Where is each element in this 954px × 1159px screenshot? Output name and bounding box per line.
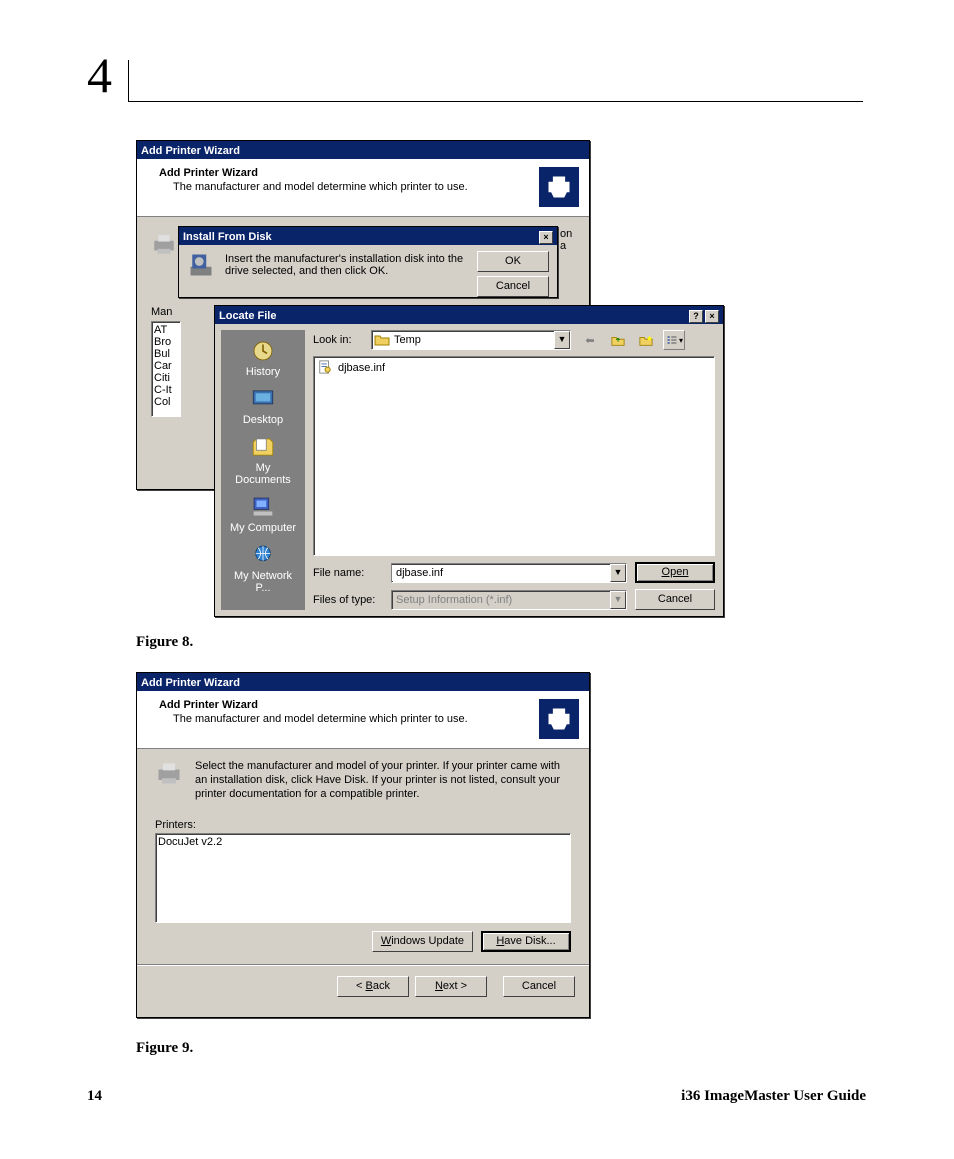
list-item[interactable]: Citi [154, 372, 178, 384]
wizard-header: Add Printer Wizard The manufacturer and … [137, 159, 589, 217]
title-text: Install From Disk [183, 231, 272, 243]
file-list[interactable]: djbase.inf [313, 356, 715, 556]
place-label: Desktop [243, 414, 283, 426]
next-button[interactable]: Next > [415, 976, 487, 997]
titlebar: Add Printer Wizard [137, 141, 589, 159]
file-item[interactable]: djbase.inf [318, 359, 710, 377]
list-item[interactable]: Bro [154, 336, 178, 348]
list-item[interactable]: DocuJet v2.2 [158, 836, 568, 848]
wizard-header-subtitle: The manufacturer and model determine whi… [173, 713, 577, 725]
printers-listbox[interactable]: DocuJet v2.2 [155, 833, 571, 923]
wizard-header-title: Add Printer Wizard [159, 699, 577, 711]
chevron-down-icon: ▼ [610, 591, 626, 609]
places-desktop[interactable]: Desktop [227, 384, 299, 430]
titlebar: Locate File ? × [215, 306, 723, 324]
btn-label: Windows Update [381, 935, 464, 947]
printer-small-icon [155, 759, 183, 790]
wizard-body-text: Select the manufacturer and model of you… [195, 759, 571, 801]
files-of-type-value: Setup Information (*.inf) [392, 592, 610, 608]
folder-open-icon [374, 332, 390, 348]
disk-icon [187, 251, 215, 282]
place-label: My Network P... [234, 570, 292, 594]
locate-file-dialog: Locate File ? × History Desktop My Doc [214, 305, 724, 617]
open-button-label: Open [662, 566, 689, 578]
places-my-documents[interactable]: My Documents [227, 432, 299, 490]
titlebar: Add Printer Wizard [137, 673, 589, 691]
place-label: History [246, 366, 280, 378]
close-icon[interactable]: × [539, 231, 553, 244]
chevron-down-icon[interactable]: ▼ [554, 331, 570, 349]
open-button[interactable]: Open [635, 562, 715, 583]
list-item[interactable]: Car [154, 360, 178, 372]
list-item[interactable]: Bul [154, 348, 178, 360]
btn-label: Next > [435, 980, 467, 992]
titlebar: Install From Disk × [179, 227, 557, 245]
list-item[interactable]: C-It [154, 384, 178, 396]
printer-icon [539, 699, 579, 739]
help-icon[interactable]: ? [689, 310, 703, 323]
look-in-combo[interactable]: Temp ▼ [371, 330, 571, 350]
back-arrow-icon[interactable]: ⬅ [579, 330, 601, 350]
file-name-input[interactable]: djbase.inf ▼ [391, 563, 627, 583]
file-item-label: djbase.inf [338, 362, 385, 374]
header-rule-horizontal [128, 101, 863, 102]
file-name-label: File name: [313, 567, 383, 579]
printer-small-icon [151, 231, 177, 260]
up-folder-icon[interactable] [607, 330, 629, 350]
install-from-disk-dialog: Install From Disk × Insert the manufactu… [178, 226, 558, 298]
title-text: Locate File [219, 310, 276, 322]
cancel-button[interactable]: Cancel [635, 589, 715, 610]
doc-title: i36 ImageMaster User Guide [681, 1088, 866, 1105]
have-disk-button[interactable]: Have Disk... [481, 931, 571, 952]
wizard-header-subtitle: The manufacturer and model determine whi… [173, 181, 577, 193]
page-number: 14 [87, 1088, 102, 1105]
new-folder-icon[interactable] [635, 330, 657, 350]
title-text: Add Printer Wizard [141, 677, 240, 689]
places-history[interactable]: History [227, 336, 299, 382]
view-menu-icon[interactable]: ▾ [663, 330, 685, 350]
add-printer-wizard-dialog-2: Add Printer Wizard Add Printer Wizard Th… [136, 672, 590, 1018]
places-my-network[interactable]: My Network P... [227, 540, 299, 598]
place-label: My Computer [230, 522, 296, 534]
wizard-header: Add Printer Wizard The manufacturer and … [137, 691, 589, 749]
chevron-down-icon[interactable]: ▼ [610, 564, 626, 582]
file-name-value: djbase.inf [392, 565, 610, 581]
places-bar: History Desktop My Documents My Computer… [221, 330, 305, 610]
cancel-button[interactable]: Cancel [477, 276, 549, 297]
manufacturers-label: Man [151, 306, 172, 318]
places-my-computer[interactable]: My Computer [227, 492, 299, 538]
btn-label: < Back [356, 980, 390, 992]
cancel-button[interactable]: Cancel [503, 976, 575, 997]
look-in-value: Temp [390, 332, 554, 348]
look-in-label: Look in: [313, 334, 363, 346]
manufacturers-listbox[interactable]: AT Bro Bul Car Citi C-It Col [151, 321, 181, 417]
chapter-number: 4 [87, 46, 112, 104]
list-item[interactable]: AT [154, 324, 178, 336]
wizard-header-title: Add Printer Wizard [159, 167, 577, 179]
place-label: My Documents [235, 462, 291, 486]
title-text: Add Printer Wizard [141, 145, 240, 157]
figure-8-caption: Figure 8. [136, 634, 193, 651]
back-button[interactable]: < Back [337, 976, 409, 997]
close-icon[interactable]: × [705, 310, 719, 323]
printers-label: Printers: [155, 819, 571, 831]
windows-update-button[interactable]: Windows Update [372, 931, 473, 952]
ok-button[interactable]: OK [477, 251, 549, 272]
list-item[interactable]: Col [154, 396, 178, 408]
btn-label: Have Disk... [496, 935, 555, 947]
header-rule-vertical [128, 60, 129, 102]
printer-icon [539, 167, 579, 207]
occluded-text-fragment: on a [560, 228, 572, 252]
inf-file-icon [318, 360, 334, 376]
figure-9-caption: Figure 9. [136, 1040, 193, 1057]
files-of-type-label: Files of type: [313, 594, 383, 606]
files-of-type-combo: Setup Information (*.inf) ▼ [391, 590, 627, 610]
install-disk-message: Insert the manufacturer's installation d… [225, 251, 467, 277]
